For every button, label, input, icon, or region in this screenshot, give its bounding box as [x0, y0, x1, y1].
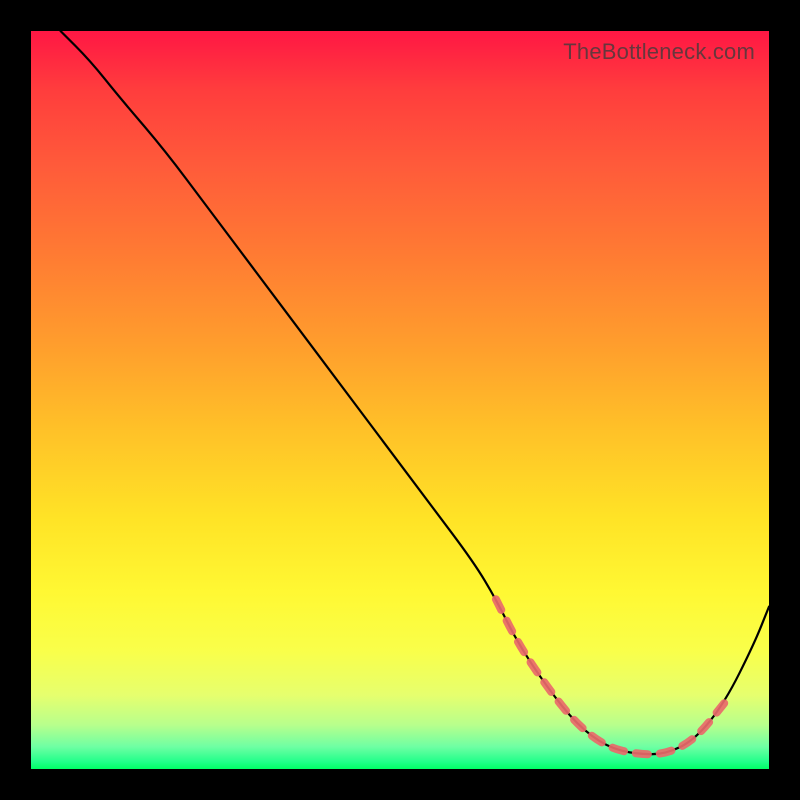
curve-svg	[31, 31, 769, 769]
chart-frame: TheBottleneck.com	[0, 0, 800, 800]
plot-area: TheBottleneck.com	[31, 31, 769, 769]
bottleneck-curve	[61, 31, 769, 754]
optimal-band-dashes	[496, 599, 725, 754]
